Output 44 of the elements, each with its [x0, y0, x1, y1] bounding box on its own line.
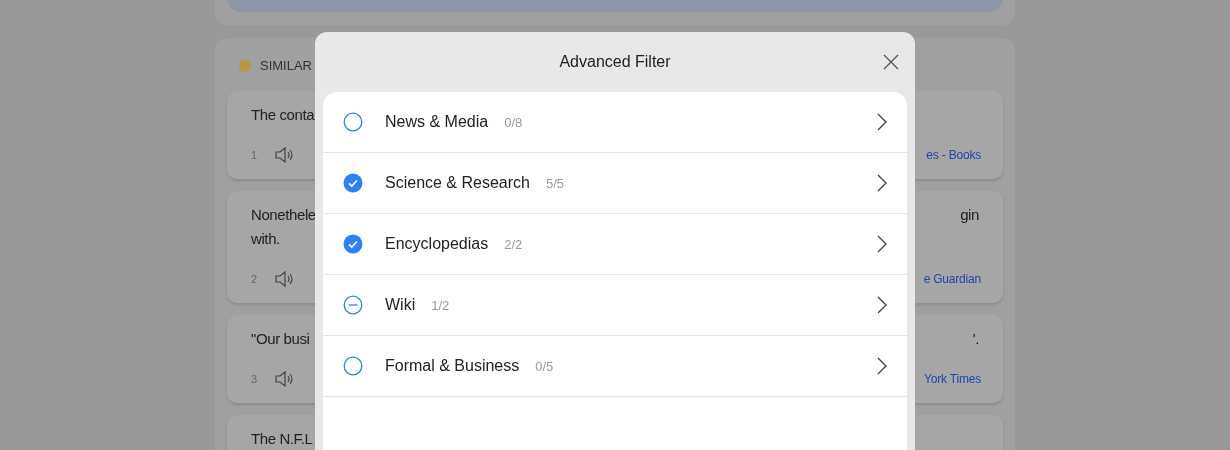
status-dot-icon [239, 59, 251, 72]
category-row[interactable]: Formal & Business 0/5 [323, 336, 907, 397]
category-row[interactable]: Science & Research 5/5 [323, 153, 907, 214]
category-count: 1/2 [431, 297, 450, 313]
category-count: 0/8 [504, 114, 523, 130]
sentence-text: with. [251, 229, 281, 249]
chevron-right-icon [877, 235, 887, 253]
sentence-text: The conta [251, 105, 315, 125]
sentence-number: 2 [251, 273, 259, 285]
category-count: 0/5 [535, 358, 554, 374]
sentence-text: The N.F.L [251, 429, 313, 449]
unchecked-checkbox[interactable] [343, 112, 363, 132]
category-row[interactable]: Encyclopedias 2/2 [323, 214, 907, 275]
chevron-right-icon [877, 113, 887, 131]
category-label: Science & Research [385, 174, 530, 192]
source-link[interactable]: es - Books [926, 148, 981, 162]
speaker-icon[interactable] [275, 371, 293, 387]
chevron-right-icon [877, 357, 887, 375]
section-label: SIMILAR [260, 58, 312, 73]
chevron-right-icon [877, 296, 887, 314]
category-label: Wiki [385, 296, 416, 314]
sentence-number: 3 [251, 373, 259, 385]
sentence-text: "Our busi [251, 329, 310, 349]
category-count: 5/5 [545, 175, 565, 191]
category-count: 2/2 [504, 236, 523, 252]
speaker-icon[interactable] [275, 271, 293, 287]
dialog-title: Advanced Filter [559, 53, 671, 71]
speaker-icon[interactable] [275, 147, 293, 163]
category-label: Formal & Business [385, 357, 520, 375]
checked-checkbox[interactable] [343, 234, 363, 254]
sentence-text: '. [972, 329, 979, 349]
sentence-number: 1 [251, 149, 259, 161]
unchecked-checkbox[interactable] [343, 356, 363, 376]
sentence-text: Nonethele [251, 205, 316, 225]
category-label: Encyclopedias [385, 235, 489, 253]
source-link[interactable]: York Times [924, 372, 981, 386]
source-link[interactable]: e Guardian [923, 272, 981, 286]
chevron-right-icon [877, 174, 887, 192]
partial-checkbox[interactable] [343, 295, 363, 315]
checked-checkbox[interactable] [343, 173, 363, 193]
sentence-text: gin [960, 205, 979, 225]
category-row[interactable]: Wiki 1/2 [323, 275, 907, 336]
category-label: News & Media [385, 113, 489, 131]
category-row[interactable]: News & Media 0/8 [323, 92, 907, 153]
